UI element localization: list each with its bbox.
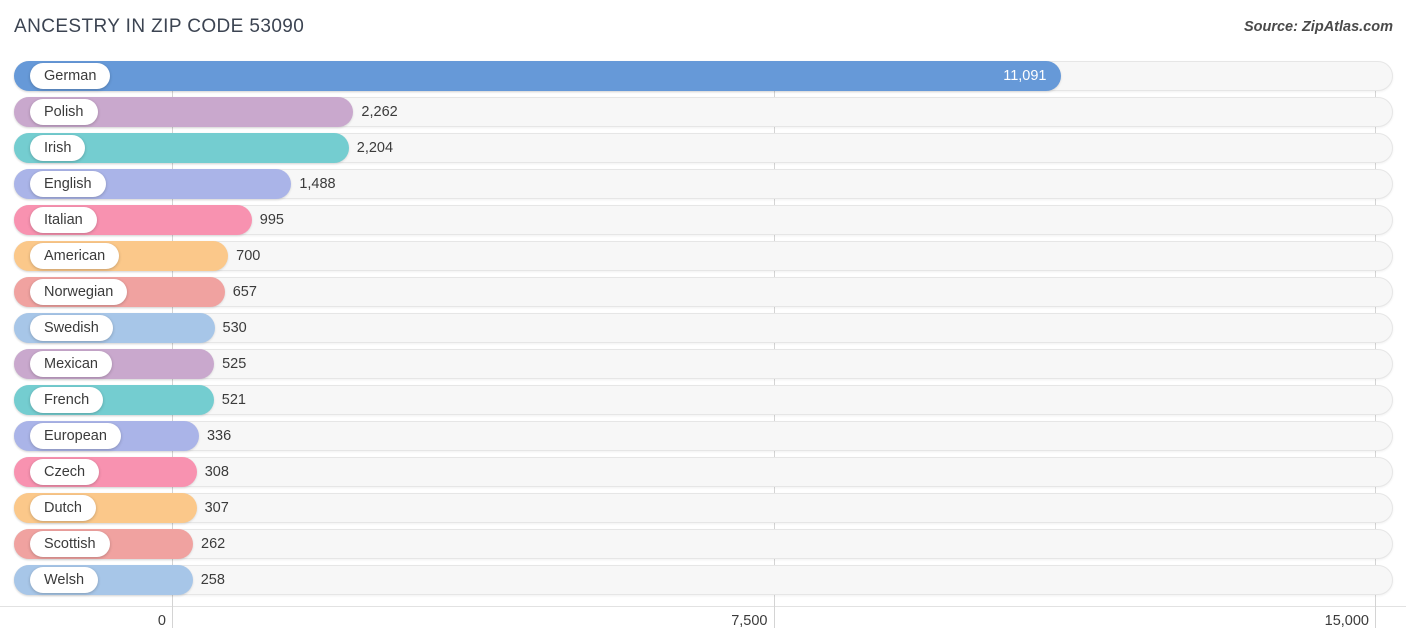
axis-tick-mark	[1375, 606, 1376, 628]
category-label-pill: Czech	[30, 459, 100, 485]
axis-rule	[0, 606, 1406, 607]
bar-row[interactable]: Polish 2,262	[0, 97, 1406, 127]
bar-track	[14, 313, 1393, 343]
chart-root: ANCESTRY IN ZIP CODE 53090 Source: ZipAt…	[0, 0, 1406, 644]
category-label: Scottish	[44, 536, 96, 552]
category-label-pill: Italian	[30, 207, 97, 233]
category-label: Norwegian	[44, 284, 114, 300]
axis-tick-label: 0	[157, 613, 166, 629]
category-label-pill: Polish	[30, 99, 98, 125]
bar-german[interactable]	[14, 61, 1062, 91]
bar-value-label: 262	[201, 536, 226, 552]
plot-area: German 11,091 Polish 2,262 Irish 2,204 English…	[0, 61, 1406, 606]
bar-value-label: 11,091	[1003, 68, 1047, 84]
bar-value-label: 336	[206, 428, 232, 444]
bar-value-label: 530	[222, 320, 247, 336]
category-label: French	[44, 392, 90, 408]
bar-row[interactable]: American 700	[0, 241, 1406, 271]
category-label-pill: Dutch	[30, 495, 96, 521]
category-label-pill: English	[30, 171, 106, 197]
category-label: Dutch	[44, 500, 82, 516]
page-title: ANCESTRY IN ZIP CODE 53090	[14, 16, 305, 37]
bar-value-label: 2,204	[356, 140, 394, 156]
bar-row[interactable]: Dutch 307	[0, 493, 1406, 523]
category-label-pill: European	[30, 423, 121, 449]
bar-value-label: 657	[232, 284, 257, 300]
category-label-pill: Irish	[30, 135, 86, 161]
category-label: Welsh	[44, 572, 85, 588]
bar-value-label: 700	[236, 248, 261, 264]
bar-row[interactable]: Welsh 258	[0, 565, 1406, 595]
category-label-pill: American	[30, 243, 120, 269]
category-label-pill: Welsh	[30, 567, 99, 593]
bar-row[interactable]: European 336	[0, 421, 1406, 451]
x-axis: 0 7,500 15,000	[0, 606, 1406, 644]
category-label-pill: German	[30, 63, 111, 89]
bar-value-label: 258	[200, 572, 225, 588]
bar-value-label: 1,488	[299, 176, 336, 192]
bar-row[interactable]: Czech 308	[0, 457, 1406, 487]
axis-tick-mark	[172, 606, 173, 628]
bar-row[interactable]: German 11,091	[0, 61, 1406, 91]
bar-value-label: 525	[222, 356, 247, 372]
category-label-pill: Mexican	[30, 351, 112, 377]
bar-row[interactable]: Scottish 262	[0, 529, 1406, 559]
category-label: American	[44, 248, 106, 264]
category-label: European	[44, 428, 107, 444]
bar-row[interactable]: French 521	[0, 385, 1406, 415]
bar-value-label: 308	[204, 464, 229, 480]
axis-tick-label: 15,000	[1324, 613, 1369, 629]
source-attribution: Source: ZipAtlas.com	[1243, 19, 1393, 35]
category-label: Italian	[44, 212, 83, 228]
category-label-pill: Swedish	[30, 315, 113, 341]
category-label: Swedish	[44, 320, 99, 336]
bar-row[interactable]: Irish 2,204	[0, 133, 1406, 163]
bar-row[interactable]: English 1,488	[0, 169, 1406, 199]
bar-row[interactable]: Norwegian 657	[0, 277, 1406, 307]
bar-track	[14, 349, 1393, 379]
bar-value-label: 995	[259, 212, 284, 228]
category-label: German	[44, 68, 97, 84]
category-label-pill: Norwegian	[30, 279, 128, 305]
bar-value-label: 521	[221, 392, 246, 408]
category-label: Irish	[44, 140, 72, 156]
category-label-pill: Scottish	[30, 531, 110, 557]
axis-tick-label: 7,500	[731, 613, 768, 629]
category-label: English	[44, 176, 92, 192]
category-label-pill: French	[30, 387, 104, 413]
category-label: Mexican	[44, 356, 98, 372]
axis-tick-mark	[773, 606, 775, 628]
bar-value-label: 2,262	[361, 104, 398, 120]
bar-value-label: 307	[204, 500, 229, 516]
bar-row[interactable]: Swedish 530	[0, 313, 1406, 343]
category-label: Polish	[44, 104, 84, 120]
bar-rows: German 11,091 Polish 2,262 Irish 2,204 English…	[0, 61, 1406, 601]
category-label: Czech	[44, 464, 86, 480]
bar-row[interactable]: Italian 995	[0, 205, 1406, 235]
bar-row[interactable]: Mexican 525	[0, 349, 1406, 379]
